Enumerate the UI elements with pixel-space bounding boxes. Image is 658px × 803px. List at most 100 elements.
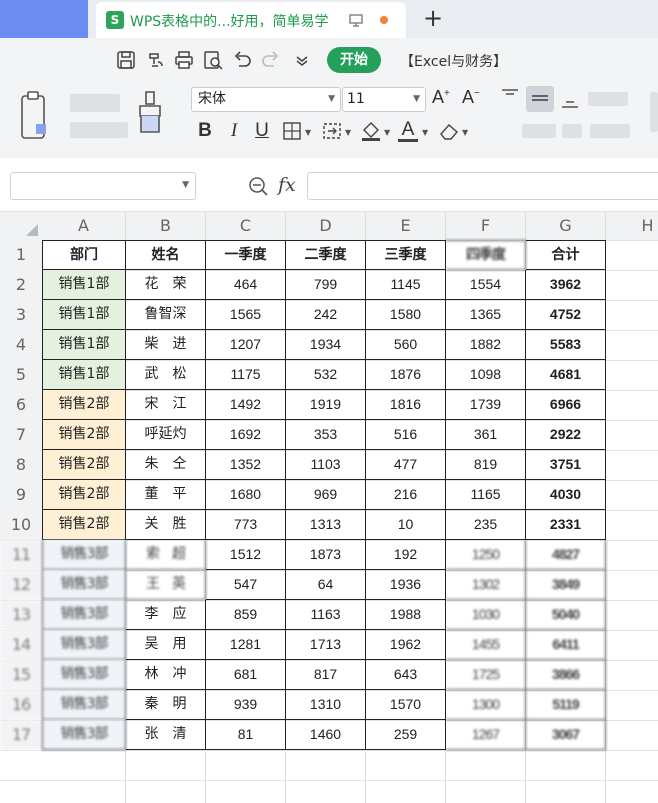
column-header-g[interactable]: G bbox=[526, 212, 606, 240]
table-cell[interactable]: 1934 bbox=[286, 330, 366, 360]
table-cell[interactable]: 361 bbox=[446, 420, 526, 450]
table-cell[interactable]: 969 bbox=[286, 480, 366, 510]
column-header-a[interactable]: A bbox=[42, 212, 126, 240]
table-cell[interactable]: 5040 bbox=[526, 600, 606, 630]
table-cell[interactable]: 3067 bbox=[526, 720, 606, 750]
table-cell[interactable]: 朱 仝 bbox=[126, 450, 206, 480]
increase-font-icon[interactable]: A+ bbox=[432, 87, 450, 108]
table-cell[interactable]: 516 bbox=[366, 420, 446, 450]
fill-color-icon[interactable] bbox=[360, 120, 382, 142]
table-cell[interactable]: 1713 bbox=[286, 630, 366, 660]
table-cell[interactable]: 477 bbox=[366, 450, 446, 480]
table-cell[interactable]: 532 bbox=[286, 360, 366, 390]
table-cell[interactable]: 5119 bbox=[526, 690, 606, 720]
table-cell[interactable]: 6966 bbox=[526, 390, 606, 420]
table-cell[interactable]: 4827 bbox=[526, 540, 606, 570]
table-cell[interactable]: 192 bbox=[366, 540, 446, 570]
table-cell[interactable]: 1030 bbox=[446, 600, 526, 630]
table-cell[interactable]: 1570 bbox=[366, 690, 446, 720]
table-cell[interactable]: 1816 bbox=[366, 390, 446, 420]
table-cell[interactable]: 1725 bbox=[446, 660, 526, 690]
align-left-icon[interactable] bbox=[522, 124, 556, 138]
table-cell[interactable]: 6411 bbox=[526, 630, 606, 660]
table-cell[interactable]: 销售3部 bbox=[42, 690, 126, 720]
table-cell[interactable]: 64 bbox=[286, 570, 366, 600]
formula-input[interactable] bbox=[307, 172, 658, 200]
table-cell[interactable]: 销售3部 bbox=[42, 720, 126, 750]
start-tab-button[interactable]: 开始 bbox=[327, 47, 381, 73]
header-cell[interactable]: 一季度 bbox=[206, 240, 286, 270]
border-icon[interactable] bbox=[282, 121, 302, 141]
decrease-font-icon[interactable]: A− bbox=[462, 87, 480, 108]
table-cell[interactable]: 1692 bbox=[206, 420, 286, 450]
align-middle-button[interactable] bbox=[526, 86, 554, 112]
table-cell[interactable]: 销售1部 bbox=[42, 300, 126, 330]
new-tab-button[interactable]: + bbox=[420, 4, 446, 34]
table-cell[interactable]: 1988 bbox=[366, 600, 446, 630]
table-cell[interactable]: 销售2部 bbox=[42, 510, 126, 540]
align-center-icon[interactable] bbox=[562, 124, 582, 138]
row-header[interactable]: 12 bbox=[0, 570, 42, 600]
table-cell[interactable]: 销售1部 bbox=[42, 360, 126, 390]
column-header-d[interactable]: D bbox=[286, 212, 366, 240]
table-cell[interactable]: 464 bbox=[206, 270, 286, 300]
table-cell[interactable]: 销售1部 bbox=[42, 270, 126, 300]
table-cell[interactable]: 销售3部 bbox=[42, 600, 126, 630]
table-cell[interactable]: 1876 bbox=[366, 360, 446, 390]
excel-finance-menu[interactable]: 【Excel与财务】 bbox=[400, 51, 507, 71]
header-cell[interactable]: 三季度 bbox=[366, 240, 446, 270]
eraser-icon[interactable] bbox=[438, 121, 460, 141]
table-cell[interactable]: 1580 bbox=[366, 300, 446, 330]
table-cell[interactable]: 5583 bbox=[526, 330, 606, 360]
row-header[interactable]: 6 bbox=[0, 390, 42, 420]
table-cell[interactable]: 1492 bbox=[206, 390, 286, 420]
chevron-down-icon[interactable]: ▼ bbox=[305, 128, 311, 137]
chevron-down-icon[interactable]: ▼ bbox=[422, 128, 428, 137]
table-cell[interactable]: 81 bbox=[206, 720, 286, 750]
spreadsheet-grid[interactable]: A B C D E F G H 1 部门 姓名 一季度 二季度 三季度 四季度 合计 2 销售1部花 荣 464 79… bbox=[0, 212, 658, 803]
table-cell[interactable]: 1267 bbox=[446, 720, 526, 750]
row-header[interactable]: 2 bbox=[0, 270, 42, 300]
table-cell[interactable]: 1565 bbox=[206, 300, 286, 330]
header-cell[interactable]: 二季度 bbox=[286, 240, 366, 270]
table-cell[interactable]: 销售2部 bbox=[42, 420, 126, 450]
cut-copy-icon[interactable] bbox=[70, 94, 120, 112]
row-header[interactable]: 8 bbox=[0, 450, 42, 480]
table-cell[interactable]: 董 平 bbox=[126, 480, 206, 510]
table-cell[interactable]: 武 松 bbox=[126, 360, 206, 390]
table-cell[interactable]: 关 胜 bbox=[126, 510, 206, 540]
document-tab[interactable]: S WPS表格中的...好用，简单易学 bbox=[96, 2, 406, 38]
screen-icon[interactable] bbox=[348, 12, 364, 28]
table-cell[interactable]: 销售3部 bbox=[42, 570, 126, 600]
italic-icon[interactable]: I bbox=[226, 120, 242, 142]
table-cell[interactable]: 939 bbox=[206, 690, 286, 720]
row-header[interactable]: 16 bbox=[0, 690, 42, 720]
table-cell[interactable]: 259 bbox=[366, 720, 446, 750]
table-cell[interactable]: 4681 bbox=[526, 360, 606, 390]
merge-cells-icon[interactable] bbox=[322, 121, 342, 141]
table-cell[interactable]: 1313 bbox=[286, 510, 366, 540]
header-cell[interactable]: 四季度 bbox=[446, 240, 526, 270]
table-cell[interactable]: 1175 bbox=[206, 360, 286, 390]
table-cell[interactable]: 秦 明 bbox=[126, 690, 206, 720]
table-cell[interactable]: 柴 进 bbox=[126, 330, 206, 360]
table-cell[interactable]: 1962 bbox=[366, 630, 446, 660]
table-cell[interactable]: 10 bbox=[366, 510, 446, 540]
table-cell[interactable]: 索 超 bbox=[126, 540, 206, 570]
table-cell[interactable]: 4752 bbox=[526, 300, 606, 330]
row-header[interactable]: 15 bbox=[0, 660, 42, 690]
align-right-icon[interactable] bbox=[590, 124, 630, 138]
row-header[interactable]: 17 bbox=[0, 720, 42, 750]
table-cell[interactable]: 1680 bbox=[206, 480, 286, 510]
table-cell[interactable]: 销售3部 bbox=[42, 540, 126, 570]
font-size-select[interactable]: 11 ▼ bbox=[342, 87, 426, 112]
table-cell[interactable]: 773 bbox=[206, 510, 286, 540]
table-cell[interactable]: 1310 bbox=[286, 690, 366, 720]
table-cell[interactable]: 2331 bbox=[526, 510, 606, 540]
table-cell[interactable]: 859 bbox=[206, 600, 286, 630]
table-cell[interactable]: 1365 bbox=[446, 300, 526, 330]
format-painter-icon[interactable] bbox=[136, 90, 164, 142]
table-cell[interactable]: 销售2部 bbox=[42, 450, 126, 480]
table-cell[interactable]: 1281 bbox=[206, 630, 286, 660]
table-cell[interactable]: 1165 bbox=[446, 480, 526, 510]
